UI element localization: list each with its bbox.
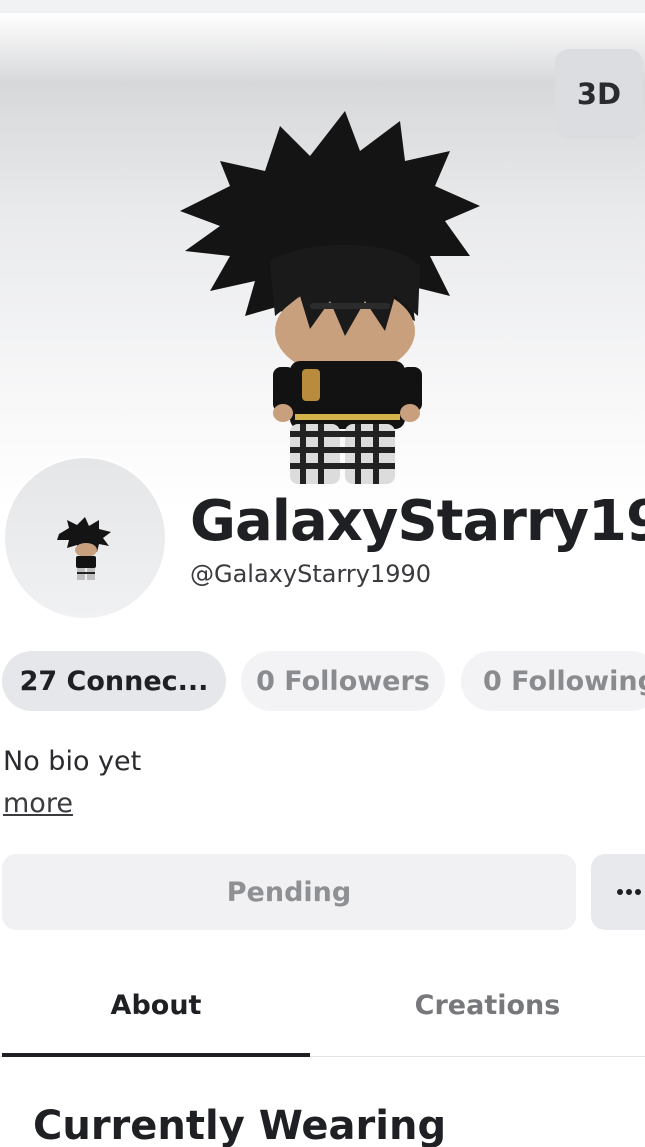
avatar-hero[interactable]: 3D — [0, 13, 645, 513]
ellipsis-icon — [617, 889, 623, 895]
display-name: GalaxyStarry19.. — [190, 489, 645, 554]
pending-button[interactable]: Pending — [2, 854, 576, 930]
profile-page: 3D GalaxyStarry19.. @GalaxyStarry1990 27… — [0, 0, 645, 1147]
active-tab-indicator — [2, 1053, 310, 1057]
avatar-3d-render[interactable] — [160, 91, 500, 491]
avatar-thumbnail-image — [57, 517, 111, 580]
bio-text: No bio yet — [3, 746, 142, 777]
tab-about[interactable]: About — [2, 970, 310, 1040]
bio-more-link[interactable]: more — [3, 786, 73, 822]
tab-creations[interactable]: Creations — [330, 970, 645, 1040]
avatar-thumbnail[interactable] — [3, 456, 167, 620]
followers-pill[interactable]: 0 Followers — [241, 651, 445, 711]
ellipsis-icon — [626, 889, 632, 895]
more-options-button[interactable] — [591, 854, 645, 930]
view-3d-toggle-button[interactable]: 3D — [555, 49, 643, 139]
top-strip — [0, 0, 645, 13]
following-pill[interactable]: 0 Following — [461, 651, 645, 711]
currently-wearing-title: Currently Wearing — [33, 1103, 447, 1147]
username: @GalaxyStarry1990 — [190, 560, 432, 588]
profile-tabs: About Creations — [0, 970, 645, 1058]
connections-pill[interactable]: 27 Connec... — [2, 651, 226, 711]
ellipsis-icon — [635, 889, 641, 895]
